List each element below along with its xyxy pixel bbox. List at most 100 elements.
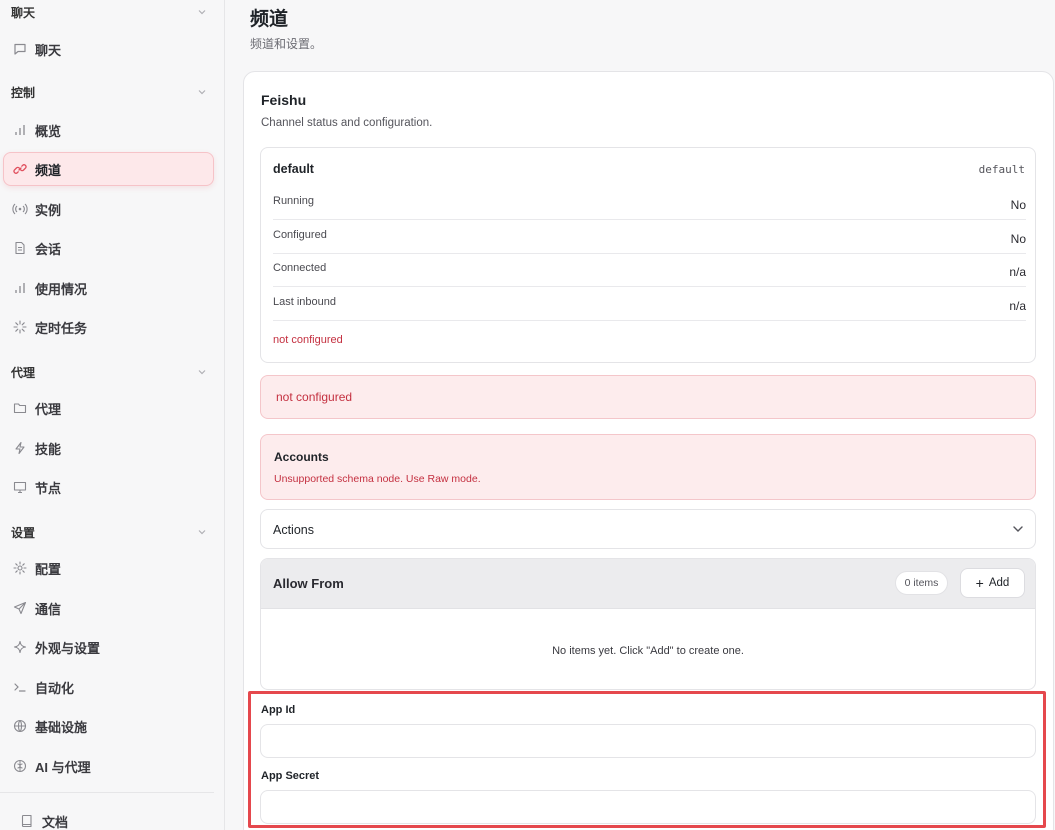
- allow-from-header: Allow From 0 items + Add: [261, 559, 1035, 609]
- account-error-text: not configured: [273, 334, 343, 346]
- sidebar-item-agents[interactable]: 代理: [3, 391, 214, 425]
- document-icon: [12, 240, 28, 256]
- error-alert: not configured: [260, 375, 1036, 419]
- sidebar-item-infrastructure[interactable]: 基础设施: [3, 709, 214, 743]
- sidebar-item-overview[interactable]: 概览: [3, 113, 214, 147]
- status-key: Connected: [273, 262, 327, 274]
- sidebar-item-config[interactable]: 配置: [3, 551, 214, 585]
- nav-group-settings[interactable]: 设置: [11, 522, 207, 542]
- sidebar-item-label: 实例: [35, 202, 62, 218]
- sidebar-item-nodes[interactable]: 节点: [3, 470, 214, 504]
- actions-label: Actions: [273, 523, 314, 537]
- sidebar-item-skills[interactable]: 技能: [3, 431, 214, 465]
- sidebar-item-label: 使用情况: [35, 281, 88, 297]
- link-icon: [12, 161, 28, 177]
- sidebar-item-label: 配置: [35, 561, 62, 577]
- actions-accordion[interactable]: Actions: [260, 509, 1036, 549]
- status-row-last-inbound: Last inbound n/a: [273, 287, 1026, 321]
- sidebar-item-chat[interactable]: 聊天: [3, 32, 214, 66]
- broadcast-icon: [12, 201, 28, 217]
- sidebar-item-label: 代理: [35, 401, 62, 417]
- folder-icon: [12, 400, 28, 416]
- add-button[interactable]: + Add: [960, 568, 1025, 598]
- sidebar-item-cron[interactable]: 定时任务: [3, 310, 214, 344]
- sidebar-item-label: 聊天: [35, 42, 62, 58]
- gear-icon: [12, 560, 28, 576]
- sidebar-item-ai-agents[interactable]: AI 与代理: [3, 749, 214, 783]
- allow-from-title: Allow From: [273, 576, 344, 591]
- sparkle-icon: [12, 639, 28, 655]
- brain-icon: [12, 758, 28, 774]
- sidebar-item-usage[interactable]: 使用情况: [3, 271, 214, 305]
- channel-description: Channel status and configuration.: [261, 117, 433, 129]
- chevron-down-icon: [1011, 522, 1025, 536]
- allow-from-section: Allow From 0 items + Add No items yet. C…: [260, 558, 1036, 690]
- sidebar-item-label: 外观与设置: [35, 640, 101, 656]
- page-title: 频道: [250, 9, 289, 30]
- accounts-message: Unsupported schema node. Use Raw mode.: [274, 473, 481, 485]
- terminal-icon: [12, 679, 28, 695]
- chevron-down-icon: [197, 87, 207, 97]
- account-name: default: [273, 162, 314, 176]
- empty-state-text: No items yet. Click "Add" to create one.: [552, 645, 744, 657]
- bar-chart-icon: [12, 122, 28, 138]
- status-row-running: Running No: [273, 186, 1026, 220]
- sidebar-item-label: 概览: [35, 123, 62, 139]
- loader-icon: [12, 319, 28, 335]
- status-key: Last inbound: [273, 296, 336, 308]
- app-secret-label: App Secret: [261, 770, 320, 782]
- book-icon: [19, 813, 35, 829]
- status-key: Running: [273, 195, 314, 207]
- sidebar-item-communication[interactable]: 通信: [3, 591, 214, 625]
- sidebar-divider: [0, 792, 214, 793]
- status-row-connected: Connected n/a: [273, 253, 1026, 287]
- send-icon: [12, 600, 28, 616]
- sidebar-item-label: 技能: [35, 441, 62, 457]
- sidebar-item-sessions[interactable]: 会话: [3, 231, 214, 265]
- accounts-title: Accounts: [274, 450, 329, 464]
- sidebar-item-label: AI 与代理: [35, 759, 91, 775]
- sidebar-item-label: 文档: [42, 814, 69, 830]
- chevron-down-icon: [197, 367, 207, 377]
- sidebar-item-automation[interactable]: 自动化: [3, 670, 214, 704]
- sidebar-item-instances[interactable]: 实例: [3, 192, 214, 226]
- plus-icon: +: [975, 575, 984, 591]
- sidebar-item-label: 会话: [35, 241, 62, 257]
- sidebar-item-label: 频道: [35, 162, 62, 178]
- nav-group-label: 聊天: [11, 5, 36, 20]
- nav-group-chat[interactable]: 聊天: [11, 2, 207, 22]
- sidebar: 聊天 聊天 控制 概览 频道 实例 会话 使用情况 定时任务 代理 代理 技能 …: [0, 0, 225, 830]
- app-id-input[interactable]: [260, 724, 1036, 758]
- sidebar-item-docs[interactable]: 文档: [10, 804, 221, 830]
- channel-name: Feishu: [261, 92, 307, 108]
- status-value: n/a: [1009, 265, 1026, 279]
- status-row-configured: Configured No: [273, 220, 1026, 254]
- account-code: default: [978, 163, 1025, 176]
- status-value: No: [1010, 232, 1026, 246]
- status-value: No: [1010, 198, 1026, 212]
- app-secret-input[interactable]: [260, 790, 1036, 824]
- item-count-badge: 0 items: [895, 571, 948, 595]
- chevron-down-icon: [197, 7, 207, 17]
- nav-group-label: 设置: [11, 525, 36, 540]
- sidebar-item-label: 自动化: [35, 680, 75, 696]
- nav-group-control[interactable]: 控制: [11, 82, 207, 102]
- globe-icon: [12, 718, 28, 734]
- sidebar-item-label: 定时任务: [35, 320, 88, 336]
- sidebar-item-label: 节点: [35, 480, 62, 496]
- nav-group-label: 代理: [11, 365, 36, 380]
- app-id-label: App Id: [261, 704, 296, 716]
- add-button-label: Add: [988, 577, 1010, 589]
- lightning-icon: [12, 440, 28, 456]
- sidebar-item-channels[interactable]: 频道: [3, 152, 214, 186]
- sidebar-item-appearance[interactable]: 外观与设置: [3, 630, 214, 664]
- chat-bubble-icon: [12, 41, 28, 57]
- page-subtitle: 频道和设置。: [250, 37, 323, 51]
- sidebar-item-label: 基础设施: [35, 719, 88, 735]
- sidebar-item-label: 通信: [35, 601, 62, 617]
- chevron-down-icon: [197, 527, 207, 537]
- status-value: n/a: [1009, 299, 1026, 313]
- channel-card: Feishu Channel status and configuration.…: [243, 71, 1054, 830]
- nav-group-agents[interactable]: 代理: [11, 362, 207, 382]
- nav-group-label: 控制: [11, 85, 36, 100]
